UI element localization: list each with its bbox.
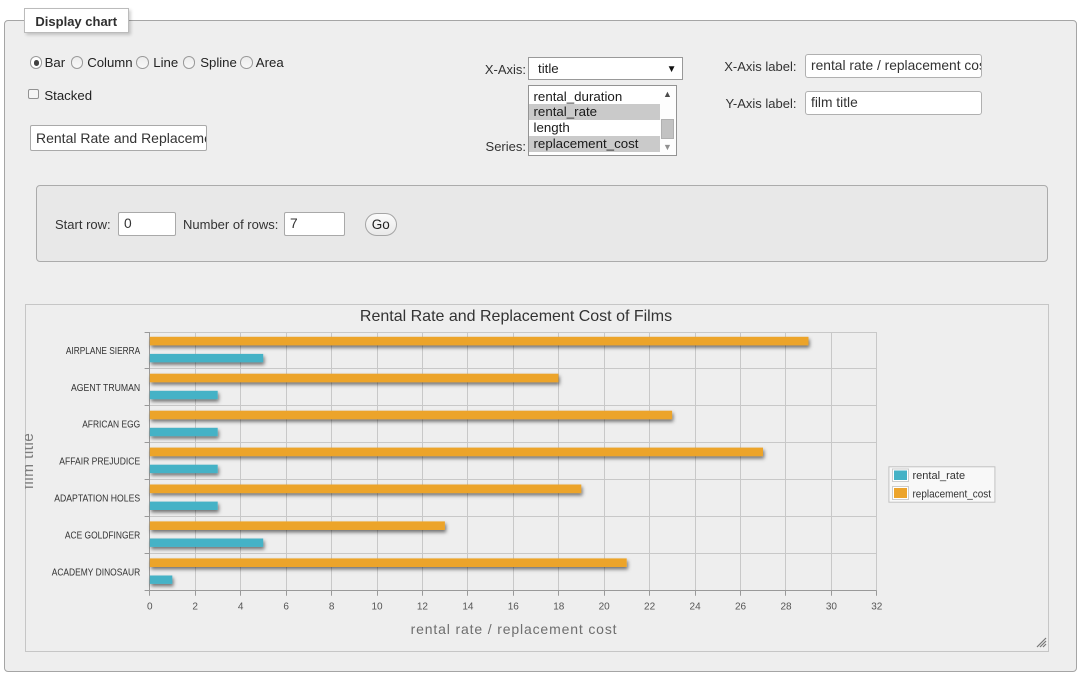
svg-text:28: 28 — [780, 602, 792, 613]
svg-text:Rental Rate and Replacement Co: Rental Rate and Replacement Cost of Film… — [360, 308, 672, 325]
svg-text:32: 32 — [871, 602, 883, 613]
svg-text:replacement_cost: replacement_cost — [913, 489, 992, 501]
svg-text:0: 0 — [147, 602, 153, 613]
svg-text:AFRICAN EGG: AFRICAN EGG — [82, 420, 140, 431]
svg-text:24: 24 — [690, 602, 702, 613]
svg-text:10: 10 — [371, 602, 383, 613]
svg-text:AFFAIR PREJUDICE: AFFAIR PREJUDICE — [59, 457, 140, 468]
svg-text:4: 4 — [238, 602, 244, 613]
svg-text:ACADEMY DINOSAUR: ACADEMY DINOSAUR — [52, 567, 141, 578]
svg-text:14: 14 — [462, 602, 474, 613]
svg-text:ACE GOLDFINGER: ACE GOLDFINGER — [65, 531, 140, 542]
svg-text:AGENT TRUMAN: AGENT TRUMAN — [71, 383, 140, 394]
svg-text:rental rate / replacement cost: rental rate / replacement cost — [411, 621, 618, 637]
svg-text:6: 6 — [283, 602, 289, 613]
svg-text:16: 16 — [508, 602, 520, 613]
svg-text:2: 2 — [192, 602, 198, 613]
svg-text:AIRPLANE SIERRA: AIRPLANE SIERRA — [66, 346, 141, 357]
svg-text:12: 12 — [417, 602, 429, 613]
svg-text:film title: film title — [25, 433, 37, 490]
svg-text:22: 22 — [644, 602, 656, 613]
svg-text:20: 20 — [599, 602, 611, 613]
svg-text:ADAPTATION HOLES: ADAPTATION HOLES — [54, 494, 140, 505]
svg-text:18: 18 — [553, 602, 565, 613]
svg-text:rental_rate: rental_rate — [913, 470, 966, 482]
svg-text:8: 8 — [329, 602, 335, 613]
svg-text:26: 26 — [735, 602, 747, 613]
svg-text:30: 30 — [826, 602, 838, 613]
